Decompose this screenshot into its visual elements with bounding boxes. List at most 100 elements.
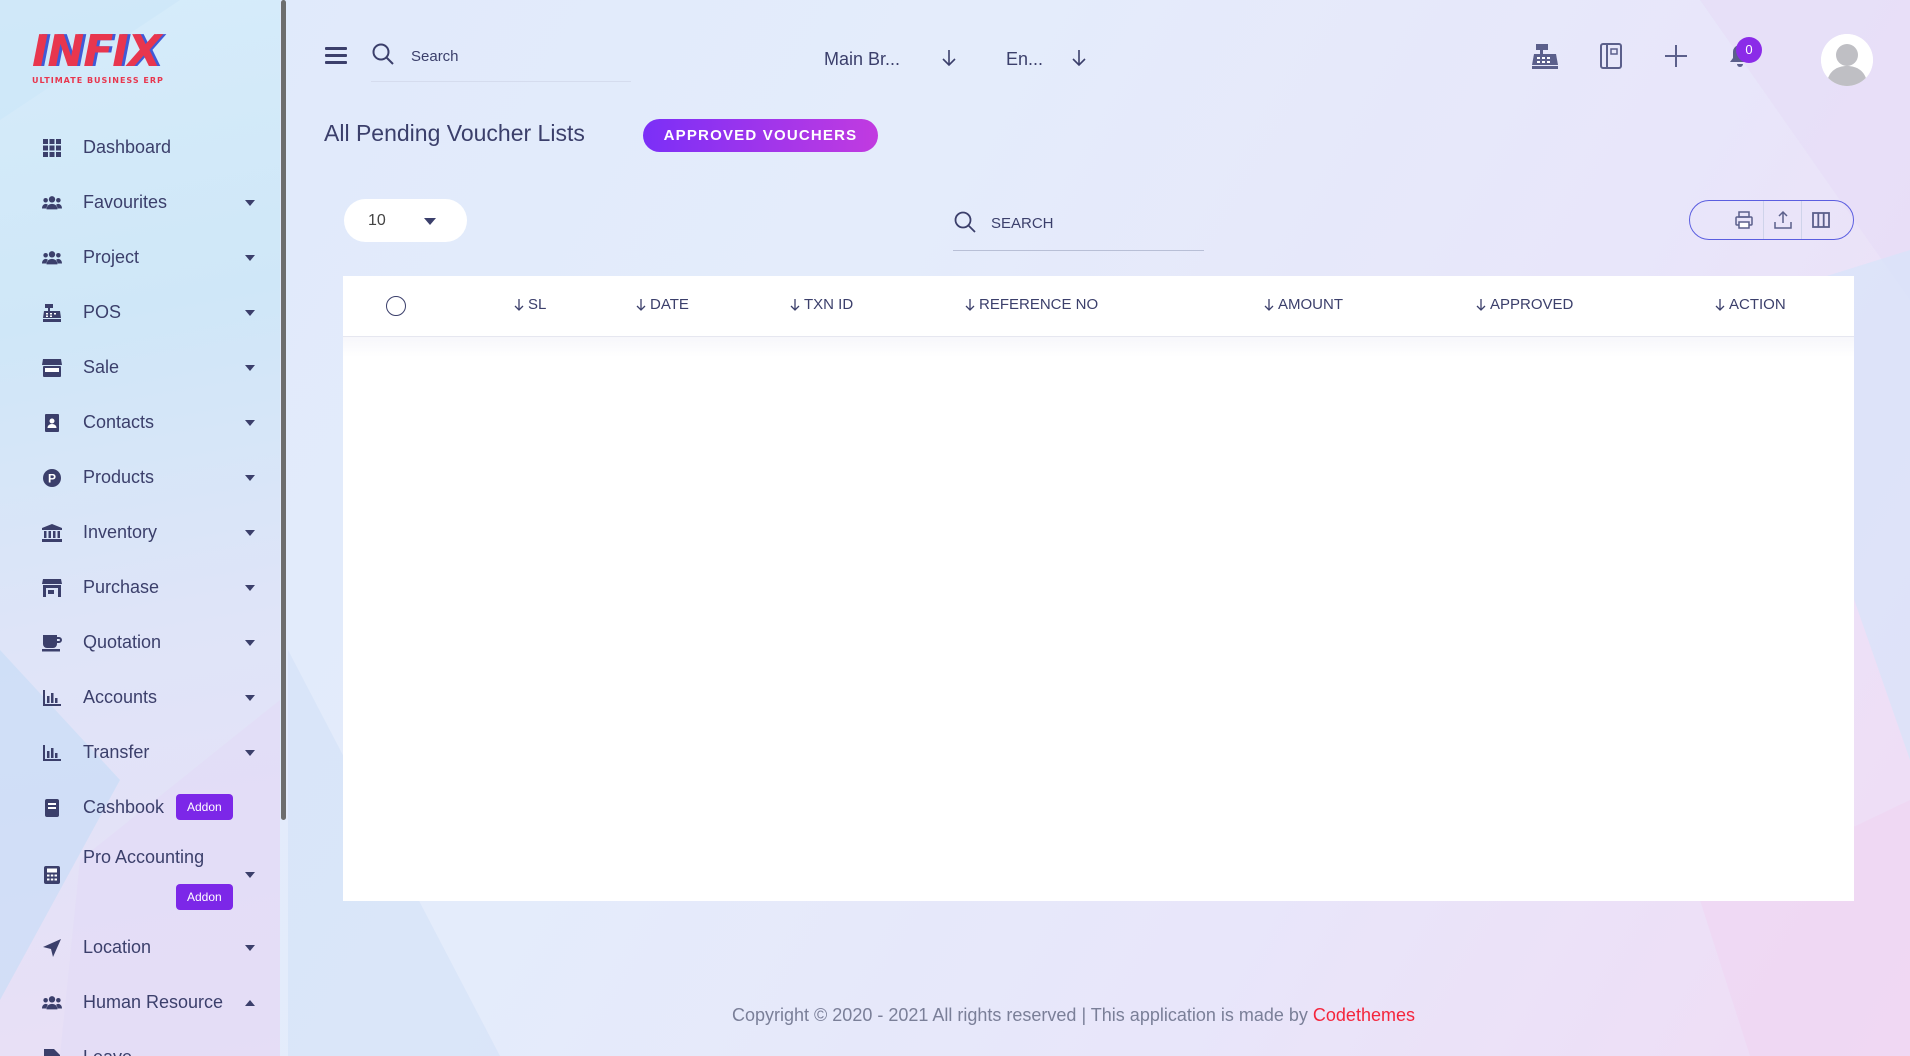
notebook-icon[interactable] (1595, 40, 1627, 72)
bank-icon (42, 523, 62, 543)
sidebar-item-quotation[interactable]: Quotation (0, 615, 280, 670)
sort-arrow-icon (514, 298, 524, 311)
caret-down-icon (245, 419, 255, 426)
columns-icon[interactable] (1801, 201, 1839, 239)
column-header-sl[interactable]: SL (513, 296, 546, 313)
file-icon (42, 1048, 62, 1056)
sidebar-item-purchase[interactable]: Purchase (0, 560, 280, 615)
caret-down-icon (245, 694, 255, 701)
sidebar-item-products[interactable]: P Products (0, 450, 280, 505)
cash-register-icon (42, 303, 62, 323)
logo[interactable]: INFIX ULTIMATE BUSINESS ERP (32, 30, 182, 92)
page-size-value: 10 (368, 211, 386, 229)
sidebar-item-label: Pro Accounting (83, 847, 205, 867)
book-icon (42, 798, 62, 818)
sidebar-item-leave[interactable]: Leave (0, 1030, 280, 1056)
avatar[interactable] (1821, 34, 1873, 86)
caret-down-icon (245, 254, 255, 261)
column-header-approved[interactable]: APPROVED (1475, 296, 1573, 313)
sidebar-item-transfer[interactable]: Transfer (0, 725, 280, 780)
sidebar-item-label: Inventory (83, 522, 158, 542)
language-select[interactable]: En... (1006, 46, 1106, 72)
column-header-action[interactable]: ACTION (1714, 296, 1786, 313)
logo-subtitle: ULTIMATE BUSINESS ERP (32, 76, 164, 85)
addon-badge: Addon (176, 794, 233, 820)
sidebar-item-label: Dashboard (83, 137, 172, 157)
column-header-reference-no[interactable]: REFERENCE NO (964, 296, 1098, 313)
branch-select-value: Main Br... (824, 48, 901, 69)
top-search-bar (371, 42, 631, 82)
plus-icon[interactable] (1660, 40, 1692, 72)
top-search-input[interactable] (411, 42, 601, 70)
sidebar-item-contacts[interactable]: Contacts (0, 395, 280, 450)
sort-arrow-icon (965, 298, 975, 311)
print-icon[interactable] (1725, 201, 1763, 239)
sidebar-item-label: Accounts (83, 687, 158, 707)
scrollbar-thumb[interactable] (281, 0, 286, 820)
column-label: DATE (650, 296, 689, 313)
table-search-input[interactable] (991, 210, 1191, 236)
page-title: All Pending Voucher Lists (324, 120, 585, 146)
column-header-txn-id[interactable]: TXN ID (789, 296, 853, 313)
sidebar-item-accounts[interactable]: Accounts (0, 670, 280, 725)
sort-arrow-icon (1476, 298, 1486, 311)
caret-down-icon (245, 529, 255, 536)
select-all-checkbox[interactable] (386, 296, 406, 316)
caret-up-icon (245, 999, 255, 1006)
cup-icon (42, 633, 62, 653)
column-label: ACTION (1729, 296, 1786, 313)
caret-down-icon (245, 639, 255, 646)
column-header-amount[interactable]: AMOUNT (1263, 296, 1343, 313)
column-label: TXN ID (804, 296, 854, 313)
caret-down-icon (245, 872, 255, 878)
table-tools-group (1689, 200, 1854, 240)
sidebar-item-sale[interactable]: Sale (0, 340, 280, 395)
sidebar-item-cashbook[interactable]: Cashbook Addon (0, 780, 280, 835)
voucher-table: SL DATE TXN ID REFERENCE NO AMOUNT APPRO… (343, 276, 1854, 901)
search-icon[interactable] (953, 210, 977, 238)
column-header-date[interactable]: DATE (635, 296, 689, 313)
sidebar-item-label: Purchase (83, 577, 160, 597)
sidebar-menu: Dashboard Favourites Project POS Sale Co… (0, 120, 280, 1056)
bar-chart-icon (42, 688, 62, 708)
svg-text:P: P (48, 471, 56, 485)
grid-icon (42, 138, 62, 158)
page-size-select[interactable]: 10 (344, 199, 467, 242)
sort-arrow-icon (636, 298, 646, 311)
caret-down-icon (245, 749, 255, 756)
caret-down-icon (424, 218, 436, 225)
menu-toggle-icon[interactable] (325, 47, 347, 65)
export-icon[interactable] (1763, 201, 1801, 239)
sidebar-item-label: Leave (83, 1047, 132, 1056)
users-icon (42, 993, 62, 1013)
calculator-icon (42, 865, 62, 885)
sidebar-item-location[interactable]: Location (0, 920, 280, 975)
sidebar-item-label: Cashbook (83, 797, 165, 817)
pos-register-icon[interactable] (1529, 40, 1561, 72)
sort-arrow-icon (1715, 298, 1725, 311)
column-label: REFERENCE NO (979, 296, 1099, 313)
addon-badge: Addon (176, 884, 233, 910)
language-select-value: En... (1006, 48, 1044, 69)
sidebar-item-label: POS (83, 302, 122, 322)
sidebar-item-human-resource[interactable]: Human Resource (0, 975, 280, 1030)
sidebar-item-pos[interactable]: POS (0, 285, 280, 340)
search-icon[interactable] (371, 42, 397, 68)
users-icon (42, 193, 62, 213)
branch-select[interactable]: Main Br... (824, 46, 974, 72)
sidebar-item-label: Favourites (83, 192, 168, 212)
sidebar-item-pro-accounting[interactable]: Pro Accounting Addon (0, 835, 280, 920)
sidebar-scrollbar[interactable] (280, 0, 288, 1056)
sidebar-item-project[interactable]: Project (0, 230, 280, 285)
contact-book-icon (42, 413, 62, 433)
sidebar-item-label: Quotation (83, 632, 162, 652)
column-label: AMOUNT (1278, 296, 1343, 313)
sidebar-item-favourites[interactable]: Favourites (0, 175, 280, 230)
sidebar-item-dashboard[interactable]: Dashboard (0, 120, 280, 175)
sort-arrow-icon (1264, 298, 1274, 311)
approved-vouchers-button[interactable]: APPROVED VOUCHERS (643, 119, 878, 152)
footer-link[interactable]: Codethemes (1313, 1005, 1415, 1025)
table-body (343, 337, 1854, 357)
sidebar-item-inventory[interactable]: Inventory (0, 505, 280, 560)
notification-count-badge: 0 (1736, 37, 1762, 63)
